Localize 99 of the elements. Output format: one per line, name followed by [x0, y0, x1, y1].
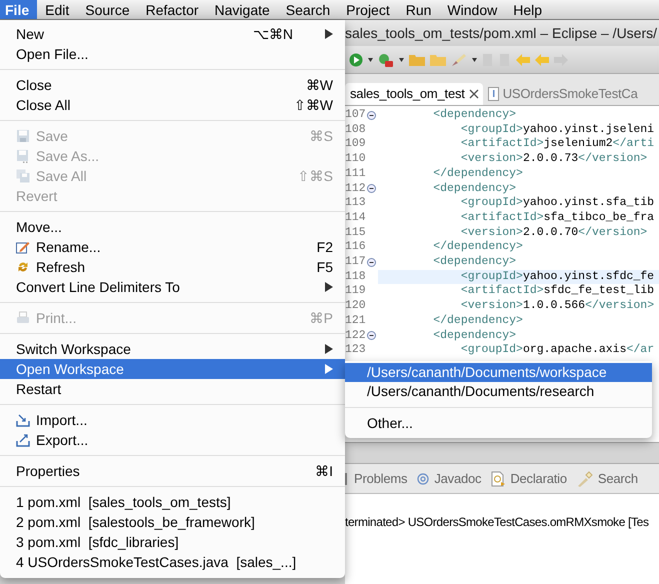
printer-icon: [16, 311, 30, 325]
at-sign-icon: [417, 472, 430, 484]
line-number: 114: [345, 210, 366, 226]
line-number: 110: [345, 152, 366, 167]
menu-item[interactable]: Export...: [0, 430, 345, 450]
back-arrow-icon: [535, 54, 549, 66]
folder-icon: [430, 53, 446, 66]
play-icon: [349, 52, 363, 66]
menu-item[interactable]: 4 USOrdersSmokeTestCases.java [sales_...]: [0, 552, 345, 572]
code-line: <dependency>: [432, 108, 518, 123]
code-line: <groupId>org.apache.axis</ar: [460, 343, 656, 358]
refresh-arrows-icon: [16, 260, 30, 274]
menu-item[interactable]: Close ⌘W: [0, 75, 345, 95]
code-line: </dependency>: [432, 240, 524, 256]
menu-bar-item[interactable]: Edit: [37, 0, 78, 19]
menu-item[interactable]: Convert Line Delimiters To: [0, 277, 345, 297]
menu-item[interactable]: Close All ⇧⌘W: [0, 95, 345, 115]
menu-item[interactable]: Properties ⌘I: [0, 461, 345, 481]
menu-item[interactable]: New ⌥⌘N: [0, 24, 345, 44]
menu-bar-item[interactable]: Help: [505, 0, 550, 19]
back-arrow-icon: [516, 54, 530, 66]
view-tab[interactable]: Problems: [345, 468, 408, 488]
flashlight-icon: [576, 470, 593, 486]
menu-bar-item[interactable]: Project: [338, 0, 398, 19]
fold-toggle-icon[interactable]: [366, 184, 376, 194]
pencil-icon: [16, 240, 30, 254]
menu-item[interactable]: Open File...: [0, 44, 345, 64]
view-tab[interactable]: Javadoc: [417, 468, 482, 488]
menu-bar-item[interactable]: Refactor: [138, 0, 207, 19]
code-line: <version>1.0.0.566</version>: [460, 299, 656, 314]
line-number: 123: [345, 343, 366, 358]
line-number: 116: [345, 240, 366, 256]
fold-toggle-icon[interactable]: [366, 331, 376, 340]
dropdown-caret-icon: [368, 58, 373, 62]
menu-item[interactable]: /Users/cananth/Documents/research: [345, 382, 652, 401]
menu-bar-item[interactable]: Run: [398, 0, 440, 19]
line-number: 115: [345, 226, 366, 240]
code-line: <dependency>: [432, 255, 518, 270]
menu-bar-item[interactable]: File: [0, 0, 38, 19]
menu-item[interactable]: 1 pom.xml [sales_tools_om_tests]: [0, 492, 345, 512]
line-number: 120: [345, 299, 366, 314]
menu-item[interactable]: Open Workspace: [0, 359, 345, 379]
menu-item[interactable]: Other...: [345, 414, 652, 433]
menu-item[interactable]: Refresh F5: [0, 257, 345, 277]
editor-tab[interactable]: USOrdersSmokeTestCa: [482, 83, 642, 105]
fold-toggle-icon[interactable]: [366, 110, 376, 120]
code-line: <version>2.0.0.73</version>: [460, 152, 648, 167]
document-icon: [491, 470, 506, 486]
menu-item[interactable]: Switch Workspace: [0, 339, 345, 359]
tray-arrow-icon: [16, 413, 30, 427]
code-line: </dependency>: [432, 166, 524, 182]
menu-item[interactable]: Move...: [0, 217, 345, 237]
code-line: <artifactId>sfa_tibco_be_fra: [460, 210, 656, 226]
line-number: 111: [345, 166, 366, 182]
line-number: 122: [345, 328, 366, 344]
menu-item[interactable]: Import...: [0, 410, 345, 430]
view-tab[interactable]: Declaratio: [491, 468, 567, 488]
code-line: </dependency>: [432, 314, 524, 329]
menu-bar-item[interactable]: Search: [278, 0, 338, 19]
menu-item[interactable]: 2 pom.xml [salestools_be_framework]: [0, 512, 345, 532]
menu-item[interactable]: 3 pom.xml [sfdc_libraries]: [0, 532, 345, 552]
console-output: terminated> USOrdersSmokeTestCases.omRMXsmoke [Tes: [345, 514, 650, 531]
brush-icon: [451, 52, 467, 66]
line-number: 108: [345, 122, 366, 138]
submenu-arrow-icon: [325, 29, 333, 39]
view-tab[interactable]: Search: [576, 468, 638, 488]
line-number: 117: [345, 255, 366, 270]
java-file-icon: [488, 87, 499, 101]
forward-arrow-icon: [554, 54, 568, 66]
line-number: 107: [345, 108, 366, 123]
editor-tab[interactable]: sales_tools_om_test: [345, 83, 483, 105]
menu-item[interactable]: Restart: [0, 379, 345, 399]
tray-arrow-icon: [16, 433, 30, 447]
folder-icon: [409, 53, 425, 66]
menu-item[interactable]: /Users/cananth/Documents/workspace: [345, 363, 652, 382]
menu-item[interactable]: Rename... F2: [0, 237, 345, 257]
dropdown-caret-icon: [472, 58, 477, 62]
play-stop-icon: [378, 52, 394, 66]
line-number: 112: [345, 182, 366, 196]
code-line: <version>2.0.0.70</version>: [460, 226, 648, 240]
line-number: 118: [345, 270, 366, 284]
code-line: <dependency>: [432, 328, 518, 344]
code-line: <artifactId>jselenium2</arti: [460, 137, 656, 152]
submenu-arrow-icon: [325, 282, 333, 292]
close-icon: [468, 89, 479, 99]
code-line: <groupId>yahoo.yinst.sfa_tib: [460, 196, 656, 211]
code-line: <dependency>: [432, 182, 518, 196]
stacked-disks-icon: [16, 169, 30, 183]
line-number: 121: [345, 314, 366, 329]
code-line: <artifactId>sfdc_fe_test_lib: [460, 284, 656, 300]
fold-toggle-icon[interactable]: [366, 258, 376, 267]
line-number: 109: [345, 137, 366, 152]
menu-bar-item[interactable]: Source: [77, 0, 138, 19]
code-line: <groupId>yahoo.yinst.jseleni: [460, 122, 656, 138]
line-number: 113: [345, 196, 366, 211]
menu-bar-item[interactable]: Navigate: [206, 0, 278, 19]
dropdown-caret-icon: [399, 58, 404, 62]
line-number: 119: [345, 284, 366, 300]
menu-bar-item[interactable]: Window: [439, 0, 506, 19]
